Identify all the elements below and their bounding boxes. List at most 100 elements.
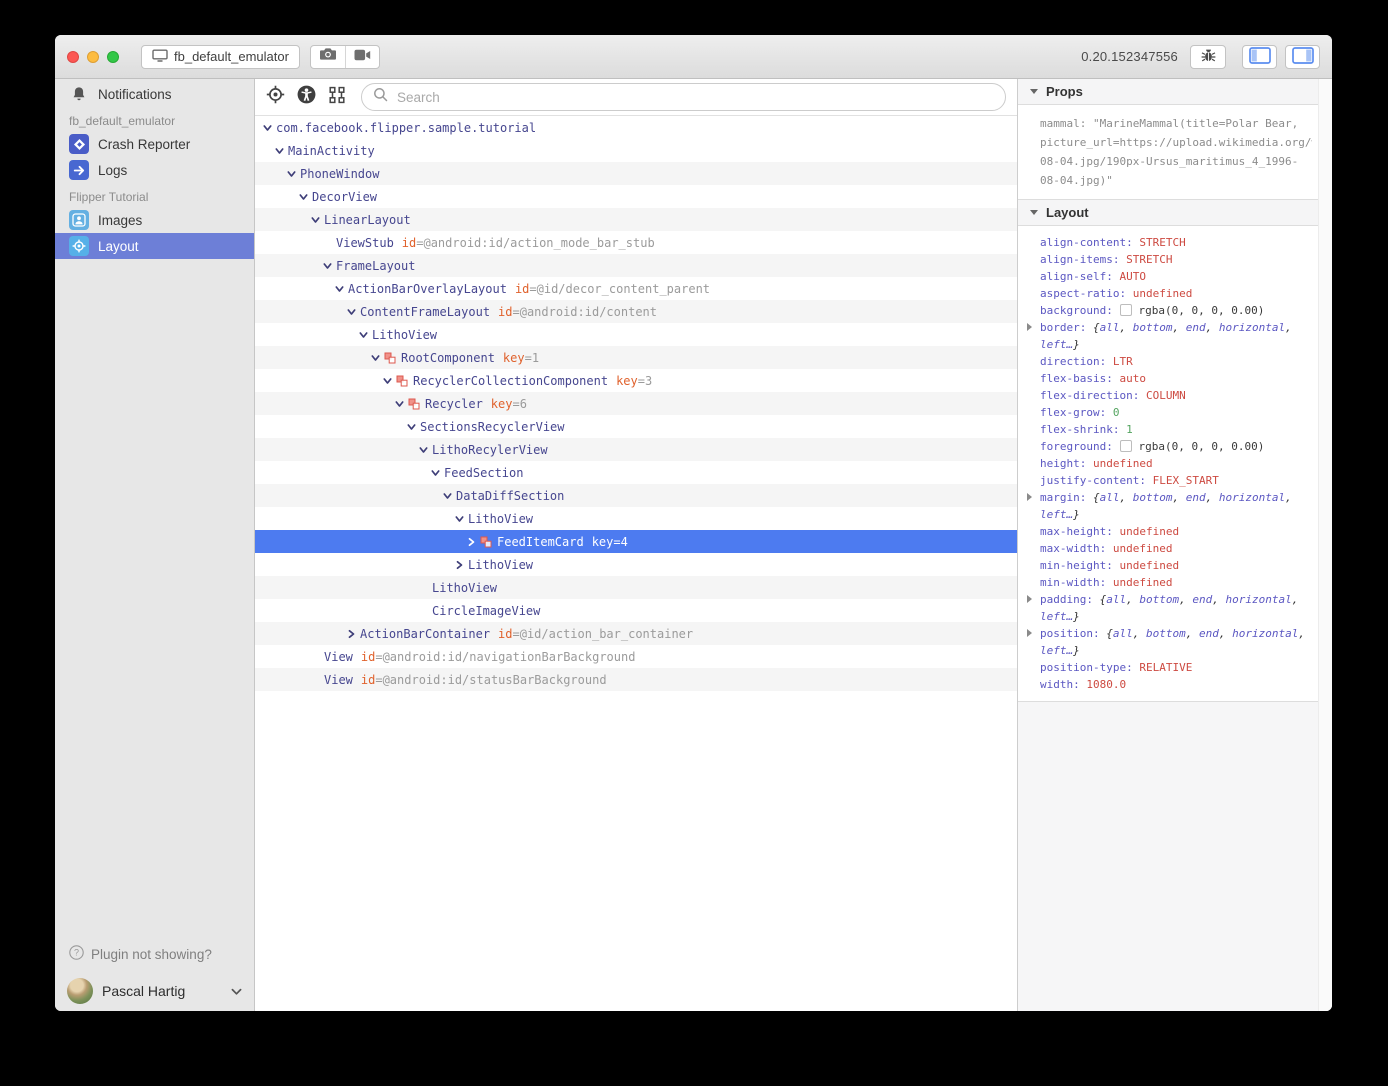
chevron-expanded-icon[interactable]: [431, 468, 444, 478]
zoom-window-button[interactable]: [107, 51, 119, 63]
screenshot-button[interactable]: [311, 46, 345, 68]
chevron-expanded-icon[interactable]: [299, 192, 312, 202]
plugin-not-showing-link[interactable]: ? Plugin not showing?: [55, 935, 254, 973]
prop-value[interactable]: STRETCH: [1139, 236, 1185, 249]
tree-node-datadiffsection[interactable]: DataDiffSection: [255, 484, 1017, 507]
prop-value[interactable]: undefined: [1119, 525, 1179, 538]
prop-value[interactable]: RELATIVE: [1139, 661, 1192, 674]
prop-value[interactable]: LTR: [1113, 355, 1133, 368]
layout-prop-border[interactable]: border: {all, bottom, end, horizontal, l…: [1040, 319, 1312, 353]
device-selector-button[interactable]: fb_default_emulator: [141, 45, 300, 69]
prop-value[interactable]: undefined: [1113, 542, 1173, 555]
prop-value[interactable]: AUTO: [1119, 270, 1146, 283]
minimize-window-button[interactable]: [87, 51, 99, 63]
chevron-expanded-icon[interactable]: [263, 123, 276, 133]
props-section-header[interactable]: Props: [1018, 79, 1318, 105]
prop-value[interactable]: 1080.0: [1086, 678, 1126, 691]
tree-node-actionbarcontainer[interactable]: ActionBarContainerid=@id/action_bar_cont…: [255, 622, 1017, 645]
expand-arrow-icon[interactable]: [1027, 493, 1032, 501]
prop-text-line[interactable]: 08-04.jpg)": [1040, 171, 1312, 190]
tree-node-view[interactable]: Viewid=@android:id/navigationBarBackgrou…: [255, 645, 1017, 668]
chevron-expanded-icon[interactable]: [419, 445, 432, 455]
tree-node-lithoview[interactable]: LithoView: [255, 507, 1017, 530]
sidebar-item-layout[interactable]: Layout: [55, 233, 254, 259]
chevron-collapsed-icon[interactable]: [467, 537, 480, 547]
toggle-right-sidebar-button[interactable]: [1285, 45, 1320, 69]
tree-node-framelayout[interactable]: FrameLayout: [255, 254, 1017, 277]
tree-node-sectionsrecyclerview[interactable]: SectionsRecyclerView: [255, 415, 1017, 438]
tree-node-lithoview[interactable]: LithoView: [255, 553, 1017, 576]
tree-node-feedsection[interactable]: FeedSection: [255, 461, 1017, 484]
tree-node-rootcomponent[interactable]: RootComponentkey=1: [255, 346, 1017, 369]
search-input[interactable]: [395, 89, 994, 106]
sidebar-item-crash-reporter[interactable]: Crash Reporter: [55, 131, 254, 157]
color-swatch-checkbox[interactable]: [1120, 304, 1132, 316]
chevron-expanded-icon[interactable]: [323, 261, 336, 271]
prop-text-line[interactable]: picture_url=https://upload.wikimedia.org…: [1040, 133, 1312, 152]
target-mode-button[interactable]: [264, 86, 286, 108]
chevron-expanded-icon[interactable]: [275, 146, 288, 156]
prop-value[interactable]: auto: [1119, 372, 1146, 385]
tree-node-lithoview[interactable]: LithoView: [255, 323, 1017, 346]
chevron-collapsed-icon[interactable]: [347, 629, 360, 639]
tree-node-feeditemcard[interactable]: FeedItemCardkey=4: [255, 530, 1017, 553]
tree-node-recyclercollectioncomponent[interactable]: RecyclerCollectionComponentkey=3: [255, 369, 1017, 392]
chevron-expanded-icon[interactable]: [407, 422, 420, 432]
chevron-expanded-icon[interactable]: [443, 491, 456, 501]
tree-node-mainactivity[interactable]: MainActivity: [255, 139, 1017, 162]
chevron-expanded-icon[interactable]: [347, 307, 360, 317]
tree-mode-button[interactable]: [326, 86, 348, 108]
prop-value[interactable]: FLEX_START: [1153, 474, 1219, 487]
tree-node-actionbaroverlaylayout[interactable]: ActionBarOverlayLayoutid=@id/decor_conte…: [255, 277, 1017, 300]
layout-prop-margin[interactable]: margin: {all, bottom, end, horizontal, l…: [1040, 489, 1312, 523]
prop-value[interactable]: 1: [1126, 423, 1133, 436]
user-menu[interactable]: Pascal Hartig: [55, 973, 254, 1009]
prop-value[interactable]: undefined: [1119, 559, 1179, 572]
prop-value[interactable]: STRETCH: [1126, 253, 1172, 266]
layout-prop-padding[interactable]: padding: {all, bottom, end, horizontal, …: [1040, 591, 1312, 625]
tree-node-linearlayout[interactable]: LinearLayout: [255, 208, 1017, 231]
tree-node-lithoview[interactable]: LithoView: [255, 576, 1017, 599]
sidebar-item-logs[interactable]: Logs: [55, 157, 254, 183]
sidebar-item-notifications[interactable]: Notifications: [55, 81, 254, 107]
prop-value[interactable]: COLUMN: [1146, 389, 1186, 402]
chevron-expanded-icon[interactable]: [455, 514, 468, 524]
prop-value[interactable]: undefined: [1113, 576, 1173, 589]
prop-value[interactable]: rgba(0, 0, 0, 0.00): [1138, 440, 1264, 453]
chevron-expanded-icon[interactable]: [371, 353, 384, 363]
tree-node-view[interactable]: Viewid=@android:id/statusBarBackground: [255, 668, 1017, 691]
tree-node-com-facebook-flipper-sample-tutorial[interactable]: com.facebook.flipper.sample.tutorial: [255, 116, 1017, 139]
color-swatch-checkbox[interactable]: [1120, 440, 1132, 452]
tree-node-decorview[interactable]: DecorView: [255, 185, 1017, 208]
tree-node-viewstub[interactable]: ViewStubid=@android:id/action_mode_bar_s…: [255, 231, 1017, 254]
chevron-expanded-icon[interactable]: [311, 215, 324, 225]
chevron-expanded-icon[interactable]: [287, 169, 300, 179]
screen-record-button[interactable]: [345, 46, 379, 68]
expand-arrow-icon[interactable]: [1027, 323, 1032, 331]
sidebar-item-images[interactable]: Images: [55, 207, 254, 233]
chevron-expanded-icon[interactable]: [383, 376, 396, 386]
tree-node-phonewindow[interactable]: PhoneWindow: [255, 162, 1017, 185]
accessibility-mode-button[interactable]: [295, 86, 317, 108]
toggle-left-sidebar-button[interactable]: [1242, 45, 1277, 69]
prop-text-line[interactable]: mammal: "MarineMammal(title=Polar Bear,: [1040, 114, 1312, 133]
layout-prop-position[interactable]: position: {all, bottom, end, horizontal,…: [1040, 625, 1312, 659]
report-bug-button[interactable]: [1190, 45, 1226, 69]
tree-node-lithorecylerview[interactable]: LithoRecylerView: [255, 438, 1017, 461]
inspector-scrollbar-gutter[interactable]: [1318, 79, 1332, 1011]
layout-section-header[interactable]: Layout: [1018, 200, 1318, 226]
close-window-button[interactable]: [67, 51, 79, 63]
tree-node-circleimageview[interactable]: CircleImageView: [255, 599, 1017, 622]
expand-arrow-icon[interactable]: [1027, 629, 1032, 637]
chevron-collapsed-icon[interactable]: [455, 560, 468, 570]
prop-value[interactable]: 0: [1113, 406, 1120, 419]
chevron-expanded-icon[interactable]: [395, 399, 408, 409]
prop-value[interactable]: rgba(0, 0, 0, 0.00): [1138, 304, 1264, 317]
prop-value[interactable]: undefined: [1133, 287, 1193, 300]
prop-value[interactable]: undefined: [1093, 457, 1153, 470]
prop-text-line[interactable]: 08-04.jpg/190px-Ursus_maritimus_4_1996-: [1040, 152, 1312, 171]
chevron-expanded-icon[interactable]: [359, 330, 372, 340]
tree-node-recycler[interactable]: Recyclerkey=6: [255, 392, 1017, 415]
tree-node-contentframelayout[interactable]: ContentFrameLayoutid=@android:id/content: [255, 300, 1017, 323]
expand-arrow-icon[interactable]: [1027, 595, 1032, 603]
